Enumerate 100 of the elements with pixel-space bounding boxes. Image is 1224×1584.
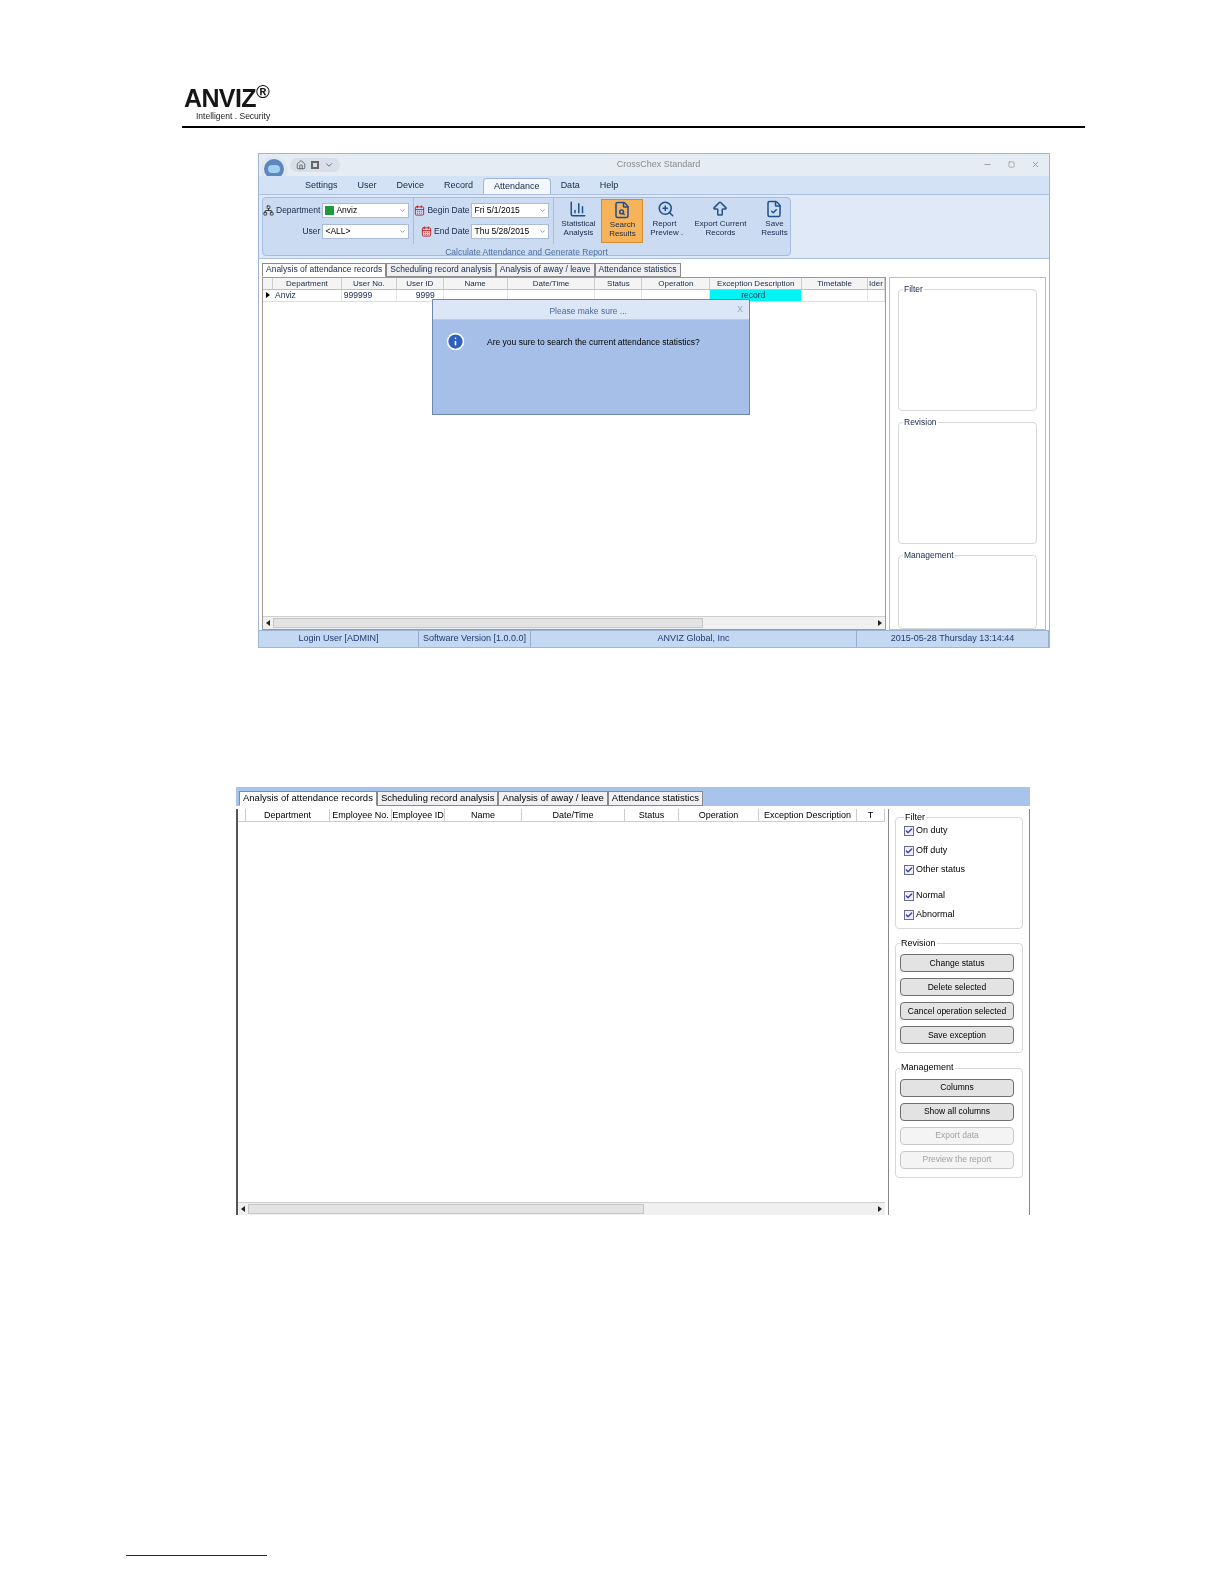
group-title: Filter (904, 810, 926, 824)
scrollbar-thumb[interactable] (248, 1203, 644, 1214)
field-label: Begin Date (427, 203, 470, 217)
brand-logo: ANVIZ$^{®}$ (184, 86, 271, 110)
ribbon-button[interactable]: Export Current Records (689, 198, 752, 243)
table-cell: Anviz (275, 288, 296, 302)
column-header[interactable]: Department (246, 808, 330, 821)
date-field[interactable]: Thu 5/28/2015 (471, 223, 550, 239)
checkbox[interactable] (904, 826, 914, 836)
group-title: Management (900, 1061, 955, 1075)
menu-tab[interactable]: Help (589, 177, 629, 194)
brand-tagline: Intelligent . Security (196, 110, 272, 123)
action-button[interactable]: Show all columns (900, 1102, 1014, 1121)
column-header[interactable]: User ID (396, 277, 444, 289)
ribbon-button[interactable]: Statistical Analysis (557, 198, 600, 243)
table-cell: record (741, 288, 766, 302)
dropdown-field[interactable]: Anviz (322, 202, 410, 218)
menu-tab[interactable]: Data (550, 177, 590, 194)
checkbox[interactable] (904, 910, 914, 920)
column-header[interactable]: Operation (679, 808, 759, 821)
checkbox-label: Normal (916, 888, 945, 902)
column-header[interactable]: Status (595, 277, 643, 289)
tab[interactable]: Analysis of attendance records (262, 262, 387, 277)
caret-icon (539, 206, 547, 214)
action-button[interactable]: Columns (900, 1078, 1014, 1097)
date-field[interactable]: Fri 5/1/2015 (471, 202, 550, 218)
field-label: Department (276, 203, 321, 217)
caret-icon (399, 206, 407, 214)
up-arrow-icon (711, 199, 730, 218)
column-header[interactable]: Exception Description (759, 808, 857, 821)
column-header[interactable]: Operation (642, 277, 711, 289)
action-button[interactable]: Cancel operation selected (900, 1002, 1014, 1021)
column-header[interactable]: Ider (868, 277, 885, 289)
status-text: ANVIZ Global, Inc (657, 632, 730, 645)
column-header[interactable]: Department (273, 277, 342, 289)
tab[interactable]: Scheduling record analysis (386, 262, 496, 277)
menu-tab[interactable]: Attendance (483, 177, 551, 194)
checkbox-label: Off duty (916, 843, 948, 857)
home-icon[interactable] (296, 159, 306, 170)
check-icon (905, 891, 913, 900)
column-header[interactable]: Status (625, 808, 679, 821)
row-pointer-icon (266, 292, 270, 299)
bar-chart-icon (569, 199, 588, 218)
tab[interactable]: Analysis of away / leave (498, 790, 608, 806)
tree-icon (263, 204, 274, 216)
menu-tab[interactable]: Device (386, 177, 435, 194)
group-caption: Calculate Attendance and Generate Report (445, 246, 608, 257)
column-header[interactable]: Name (443, 277, 508, 289)
tab[interactable]: Scheduling record analysis (376, 790, 499, 806)
menu-tab[interactable]: Record (434, 177, 484, 194)
window-title: CrossChex Standard (616, 158, 701, 171)
column-header[interactable]: Employee No. (330, 808, 392, 821)
column-header[interactable]: Employee ID (392, 808, 445, 821)
dialog-title: Please make sure ... (549, 306, 627, 317)
menu-tab[interactable]: User (347, 177, 387, 194)
table-cell: 999999 (343, 288, 373, 302)
field-label: User (302, 224, 321, 238)
checkbox[interactable] (904, 890, 914, 901)
checkbox[interactable] (904, 865, 914, 875)
checkbox[interactable] (904, 845, 914, 856)
column-header[interactable]: Name (445, 808, 522, 821)
dialog-message: Are you sure to search the current attendance statistics? (487, 335, 700, 349)
column-header[interactable]: Timetable (802, 277, 868, 289)
tab[interactable]: Attendance statistics (607, 790, 703, 806)
caret-icon (539, 227, 547, 235)
menu-tab[interactable]: Settings (295, 177, 348, 194)
magnifier-icon (657, 199, 676, 218)
action-button[interactable]: Delete selected (900, 978, 1014, 997)
column-header[interactable]: Exception Description (710, 277, 803, 289)
ribbon-button[interactable]: Search Results (601, 198, 644, 243)
group-title: Management (903, 548, 955, 562)
tab[interactable]: Analysis of away / leave (495, 262, 595, 277)
column-header[interactable]: T (857, 808, 885, 821)
horizontal-scrollbar[interactable] (238, 1201, 885, 1215)
group-title: Filter (903, 282, 924, 296)
calendar-icon (421, 225, 433, 237)
checkbox-label: Other status (916, 863, 966, 877)
horizontal-scrollbar[interactable] (263, 615, 885, 629)
check-icon (905, 846, 913, 855)
caret-icon (399, 227, 407, 235)
checkbox-label: Abnormal (916, 908, 955, 922)
dropdown-field[interactable]: <ALL> (322, 223, 410, 239)
column-header[interactable]: User No. (341, 277, 397, 289)
calendar-icon (414, 204, 426, 216)
scrollbar-thumb[interactable] (273, 617, 703, 628)
ribbon-button[interactable]: Save Results (753, 198, 796, 243)
action-button[interactable]: Change status (900, 954, 1014, 973)
action-button[interactable]: Save exception (900, 1026, 1014, 1045)
ribbon-button[interactable]: Report Preview (645, 198, 688, 243)
status-text: 2015-05-28 Thursday 13:14:44 (890, 632, 1015, 645)
tab[interactable]: Analysis of attendance records (239, 790, 377, 806)
color-swatch-icon (325, 205, 335, 215)
status-text: Login User [ADMIN] (298, 632, 379, 645)
column-header[interactable]: Date/Time (507, 277, 596, 289)
checkbox-label: On duty (916, 824, 948, 838)
column-header[interactable]: Date/Time (522, 808, 625, 821)
tab[interactable]: Attendance statistics (594, 262, 681, 277)
check-icon (905, 866, 913, 874)
document-check-icon (765, 199, 784, 218)
document-search-icon (613, 200, 632, 219)
